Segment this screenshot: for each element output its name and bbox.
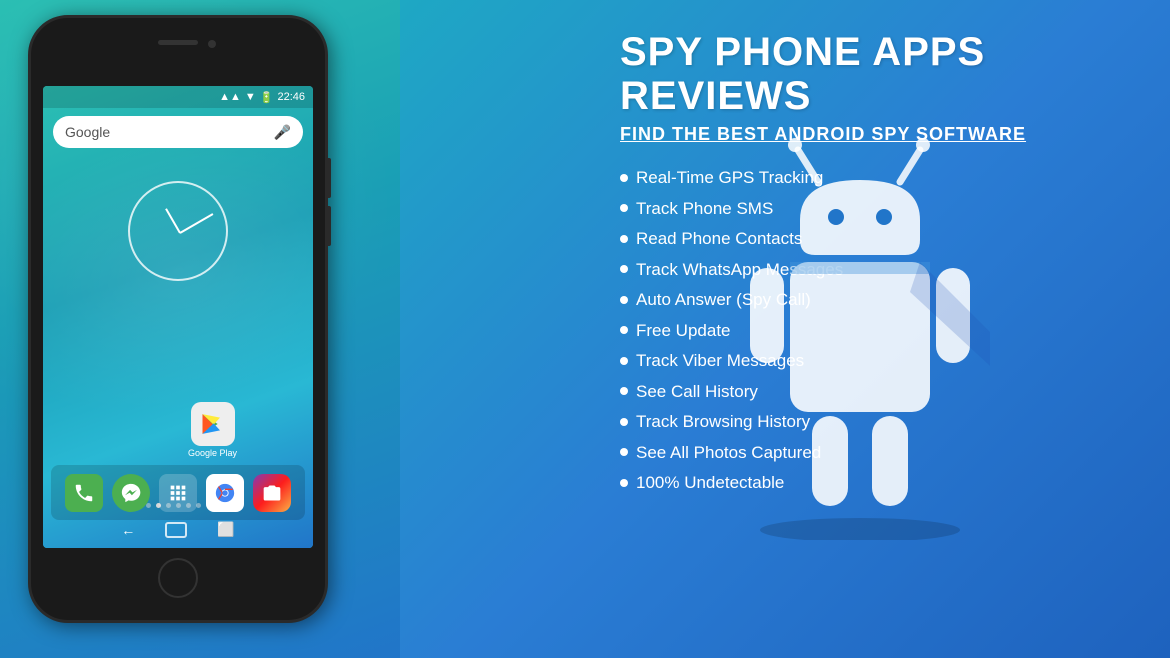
screen-background: ▲▲ ▼ 🔋 22:46 Google 🎤 [43,86,313,548]
google-logo: Google [65,124,110,140]
bullet-icon [620,448,628,456]
time-display: 22:46 [277,91,305,103]
recent-btn: ⬜ [217,521,234,538]
left-panel: ▲▲ ▼ 🔋 22:46 Google 🎤 [0,0,400,658]
mic-icon: 🎤 [274,124,291,141]
status-bar: ▲▲ ▼ 🔋 22:46 [43,86,313,108]
bullet-icon [620,174,628,182]
phone-side-buttons [326,158,331,246]
play-store-label: Google Play [188,448,237,458]
volume-btn [326,158,331,198]
phone-speaker [158,40,198,45]
phone-camera [208,40,216,48]
clock-circle [128,181,228,281]
bullet-icon [620,296,628,304]
play-store-shortcut: Google Play [188,402,237,458]
main-title: SPY PHONE APPS REVIEWS [620,30,1130,118]
feature-text: Free Update [636,318,731,344]
wifi-icon: ▼ [245,91,256,103]
home-btn [165,522,187,538]
bullet-icon [620,479,628,487]
chrome-app-icon [206,474,244,512]
phone-outer: ▲▲ ▼ 🔋 22:46 Google 🎤 [28,15,328,623]
bullet-icon [620,265,628,273]
phone-home-button [158,558,198,598]
back-btn: ← [121,522,135,538]
bullet-icon [620,326,628,334]
messenger-app-icon [112,474,150,512]
phone-screen: ▲▲ ▼ 🔋 22:46 Google 🎤 [43,86,313,548]
power-btn [326,206,331,246]
bullet-icon [620,387,628,395]
clock-minute-hand [180,213,214,234]
clock-widget [128,181,228,281]
app-dock [51,465,305,520]
clock-hour-hand [165,208,181,233]
main-container: ▲▲ ▼ 🔋 22:46 Google 🎤 [0,0,1170,658]
play-store-icon [191,402,235,446]
camera-app-icon [253,474,291,512]
right-panel: SPY PHONE APPS REVIEWS FIND THE BEST AND… [400,0,1170,658]
bullet-icon [620,235,628,243]
google-search-bar[interactable]: Google 🎤 [53,116,303,148]
bullet-icon [620,204,628,212]
bullet-icon [620,357,628,365]
bullet-icon [620,418,628,426]
battery-icon: 🔋 [260,91,274,104]
android-robot [730,120,990,500]
phone-mockup: ▲▲ ▼ 🔋 22:46 Google 🎤 [28,15,338,635]
bottom-nav: ← ⬜ [43,521,313,538]
apps-icon [159,474,197,512]
signal-icon: ▲▲ [219,91,241,103]
phone-app-icon [65,474,103,512]
